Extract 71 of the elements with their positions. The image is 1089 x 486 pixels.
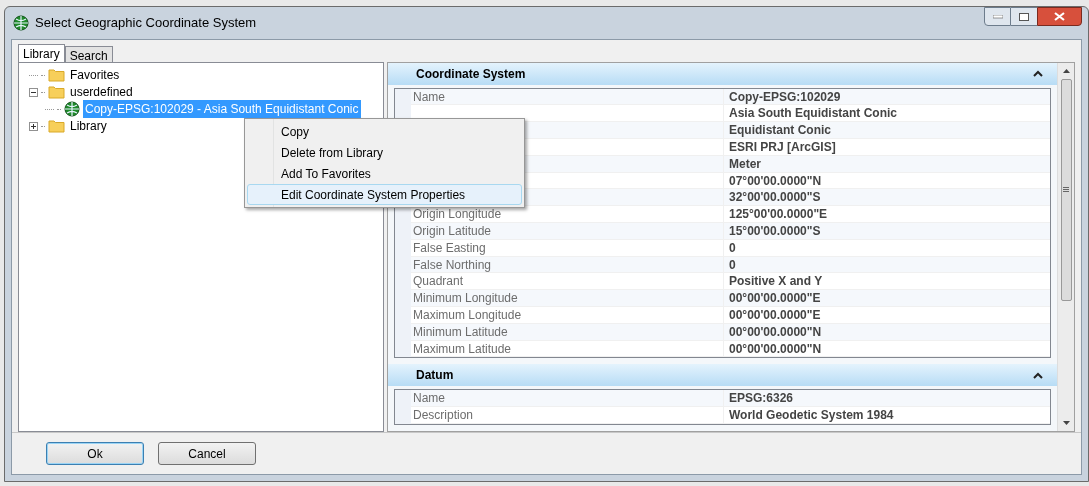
menu-item[interactable]: Edit Coordinate System Properties	[247, 184, 522, 205]
property-label: Quadrant	[413, 273, 464, 291]
property-label: False Northing	[413, 256, 492, 274]
close-button[interactable]	[1037, 7, 1082, 26]
property-value: 00°00'00.0000"N	[728, 323, 822, 341]
tab[interactable]: Search	[64, 45, 113, 62]
section-title: Coordinate System	[416, 65, 526, 83]
property-label: Origin Latitude	[413, 222, 492, 240]
scroll-down-icon[interactable]	[1062, 421, 1070, 425]
tree-item[interactable]: Favorites	[68, 66, 122, 85]
menu-item[interactable]: Copy	[247, 121, 522, 142]
property-label: Maximum Latitude	[413, 340, 512, 358]
property-value: 0	[728, 239, 736, 257]
property-value: Meter	[728, 155, 761, 173]
window-title: Select Geographic Coordinate System	[35, 14, 257, 33]
app-icon	[13, 14, 29, 31]
dialog-button[interactable]: Cancel	[158, 442, 256, 465]
scroll-up-icon[interactable]	[1062, 68, 1070, 73]
folder-icon	[48, 85, 65, 100]
section-title: Datum	[416, 367, 454, 385]
property-label: Minimum Longitude	[413, 290, 518, 308]
minimize-icon	[992, 14, 1003, 19]
property-value: Equidistant Conic	[728, 122, 831, 140]
close-icon	[1054, 12, 1065, 21]
minus-icon[interactable]	[29, 87, 38, 97]
folder-icon	[48, 68, 65, 83]
section-header[interactable]: Datum	[388, 364, 1057, 387]
property-value: ESRI PRJ [ArcGIS]	[728, 138, 836, 156]
tree-connector-line	[45, 108, 54, 110]
property-value: 125°00'00.0000"E	[728, 206, 828, 224]
property-value: 00°00'00.0000"E	[728, 290, 821, 308]
property-value: 0	[728, 256, 736, 274]
section-header[interactable]: Coordinate System	[388, 62, 1057, 85]
dialog-button[interactable]: Ok	[46, 442, 144, 465]
property-label: Description	[413, 407, 474, 425]
property-label: Name	[413, 88, 445, 106]
property-value: Copy-EPSG:102029	[728, 88, 841, 106]
property-value: 07°00'00.0000"N	[728, 172, 822, 190]
tree-item[interactable]: userdefined	[68, 83, 135, 102]
plus-icon[interactable]	[29, 121, 38, 131]
scroll-thumb[interactable]	[1060, 78, 1072, 301]
menu-item[interactable]: Delete from Library	[247, 142, 522, 163]
property-value: Asia South Equidistant Conic	[728, 105, 897, 123]
tree-connector-line	[57, 108, 61, 110]
tree-connector-line	[29, 74, 38, 76]
property-label: False Easting	[413, 239, 486, 257]
property-label: Minimum Latitude	[413, 323, 508, 341]
property-value: 00°00'00.0000"E	[728, 306, 821, 324]
property-value: 32°00'00.0000"S	[728, 189, 821, 207]
minimize-button[interactable]	[984, 7, 1011, 26]
maximize-button[interactable]	[1011, 7, 1037, 26]
collapse-chevron-icon[interactable]	[1033, 70, 1043, 78]
property-value: World Geodetic System 1984	[728, 407, 894, 425]
property-label: Origin Longitude	[413, 206, 502, 224]
tree-connector-line	[41, 125, 45, 127]
tree-item[interactable]: Library	[68, 117, 109, 136]
property-label: Name	[413, 390, 445, 408]
maximize-icon	[1019, 12, 1029, 21]
globe-icon	[64, 101, 80, 118]
menu-item[interactable]: Add To Favorites	[247, 163, 522, 184]
tab[interactable]: Library	[18, 43, 65, 62]
property-value: EPSG:6326	[728, 390, 794, 408]
property-value: 15°00'00.0000"S	[728, 222, 821, 240]
property-value: Positive X and Y	[728, 273, 823, 291]
property-label: Maximum Longitude	[413, 306, 522, 324]
tree-connector-line	[41, 74, 45, 76]
folder-icon	[48, 119, 65, 134]
collapse-chevron-icon[interactable]	[1033, 371, 1043, 379]
property-value: 00°00'00.0000"N	[728, 340, 822, 358]
scrollbar[interactable]	[1057, 62, 1074, 431]
tree-connector-line	[41, 91, 45, 93]
